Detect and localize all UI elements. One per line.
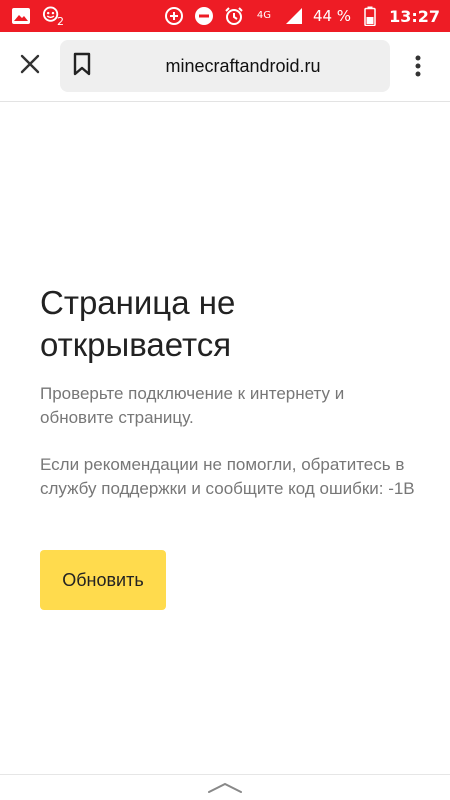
alarm-icon	[223, 5, 245, 27]
more-menu-button[interactable]	[398, 48, 438, 88]
battery-level: 44 %	[312, 7, 352, 25]
bookmark-button[interactable]	[68, 52, 96, 80]
browser-toolbar: minecraftandroid.ru	[0, 32, 450, 102]
expand-handle[interactable]	[205, 781, 245, 795]
reload-button[interactable]: Обновить	[40, 550, 166, 610]
battery-icon	[359, 5, 381, 27]
clock: 13:27	[389, 6, 440, 26]
bottom-bar	[0, 774, 450, 800]
image-icon	[10, 5, 32, 27]
close-icon	[19, 53, 41, 79]
error-support-hint: Если рекомендации не помогли, обратитесь…	[40, 455, 415, 498]
bookmark-icon	[72, 52, 92, 80]
status-bar-right: 4G 44 % 13:27	[163, 0, 440, 32]
do-not-disturb-icon	[193, 5, 215, 27]
chevron-up-icon	[207, 779, 243, 798]
network-4g-icon: 4G	[253, 5, 275, 27]
data-saver-icon	[163, 5, 185, 27]
status-bar-left: 2	[10, 0, 64, 32]
network-type: 4G	[256, 10, 272, 21]
notification-badge: 2	[57, 14, 64, 28]
signal-icon	[283, 5, 305, 27]
error-hint: Проверьте подключение к интернету и обно…	[40, 384, 345, 427]
close-button[interactable]	[10, 46, 50, 86]
error-title: Страница не открывается	[40, 284, 236, 363]
address-bar[interactable]: minecraftandroid.ru	[60, 40, 390, 92]
app-notification-icon: 2	[42, 5, 64, 28]
url-text[interactable]: minecraftandroid.ru	[106, 40, 380, 92]
status-bar: 2 4G 44 % 13:27	[0, 0, 450, 32]
more-vertical-icon	[414, 54, 422, 82]
